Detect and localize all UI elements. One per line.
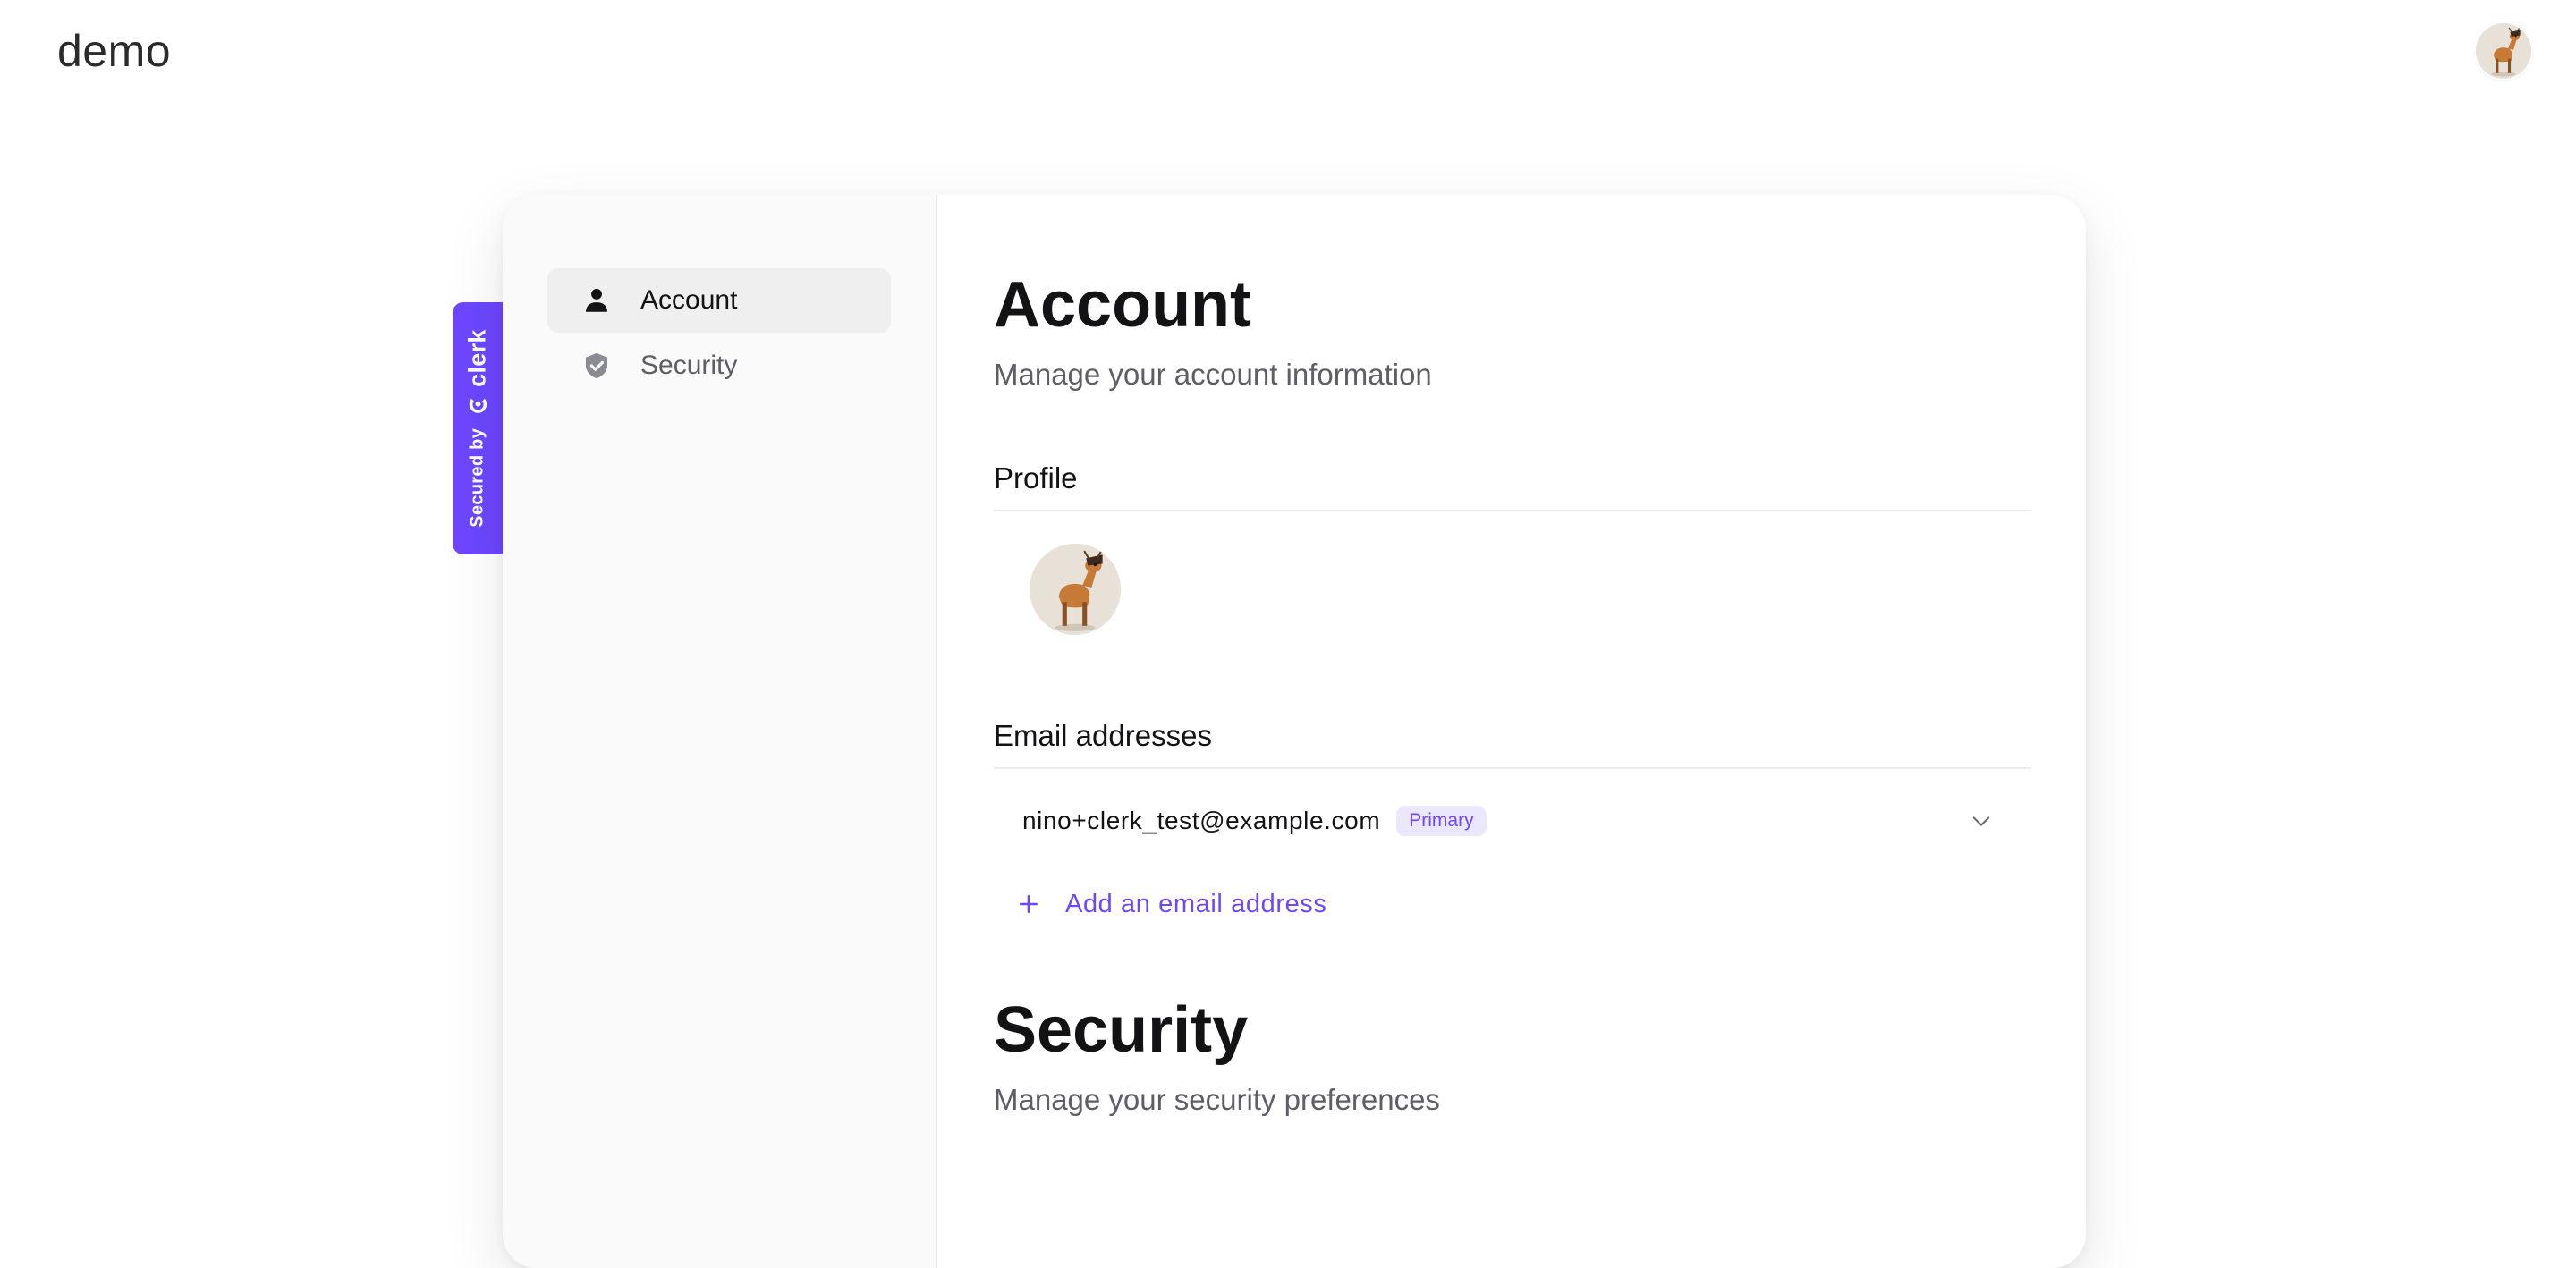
main-content: Account Manage your account information … — [936, 195, 2086, 1268]
user-avatar-icon — [2476, 23, 2531, 79]
app-title: demo — [57, 26, 172, 76]
clerk-logo-icon — [469, 398, 487, 414]
user-profile-card: Account Security Account Manage your acc… — [503, 195, 2086, 1268]
sidebar-item-label: Security — [640, 351, 738, 380]
user-avatar-button[interactable] — [2476, 23, 2531, 79]
primary-badge: Primary — [1396, 806, 1487, 836]
secured-by-clerk-badge[interactable]: Secured by clerk — [453, 302, 503, 554]
security-subtitle: Manage your security preferences — [994, 1083, 1440, 1116]
profile-divider — [994, 510, 2031, 511]
email-divider — [994, 767, 2031, 769]
profile-avatar[interactable] — [1030, 544, 1121, 635]
page-title-security: Security — [994, 994, 1249, 1066]
sidebar-item-label: Account — [640, 285, 738, 315]
secured-by-label: Secured by — [467, 427, 487, 528]
chevron-down-icon[interactable] — [1969, 808, 1994, 833]
user-icon — [581, 285, 612, 316]
add-email-label: Add an email address — [1065, 889, 1327, 918]
add-email-button[interactable]: Add an email address — [1017, 882, 1327, 926]
sidebar-item-security[interactable]: Security — [547, 334, 891, 398]
page-title-account: Account — [994, 269, 1251, 341]
shield-check-icon — [581, 351, 612, 381]
email-section-title: Email addresses — [994, 719, 1212, 752]
user-avatar-icon — [1030, 544, 1121, 635]
sidebar-item-account[interactable]: Account — [547, 268, 891, 333]
clerk-logo: clerk — [464, 329, 492, 416]
email-row[interactable]: nino+clerk_test@example.com Primary — [994, 792, 2031, 850]
email-address: nino+clerk_test@example.com — [1022, 807, 1381, 834]
sidebar: Account Security — [503, 195, 937, 1268]
account-subtitle: Manage your account information — [994, 358, 1432, 391]
profile-section-title: Profile — [994, 461, 1078, 495]
clerk-brand-label: clerk — [463, 329, 491, 387]
plus-icon — [1017, 892, 1040, 916]
